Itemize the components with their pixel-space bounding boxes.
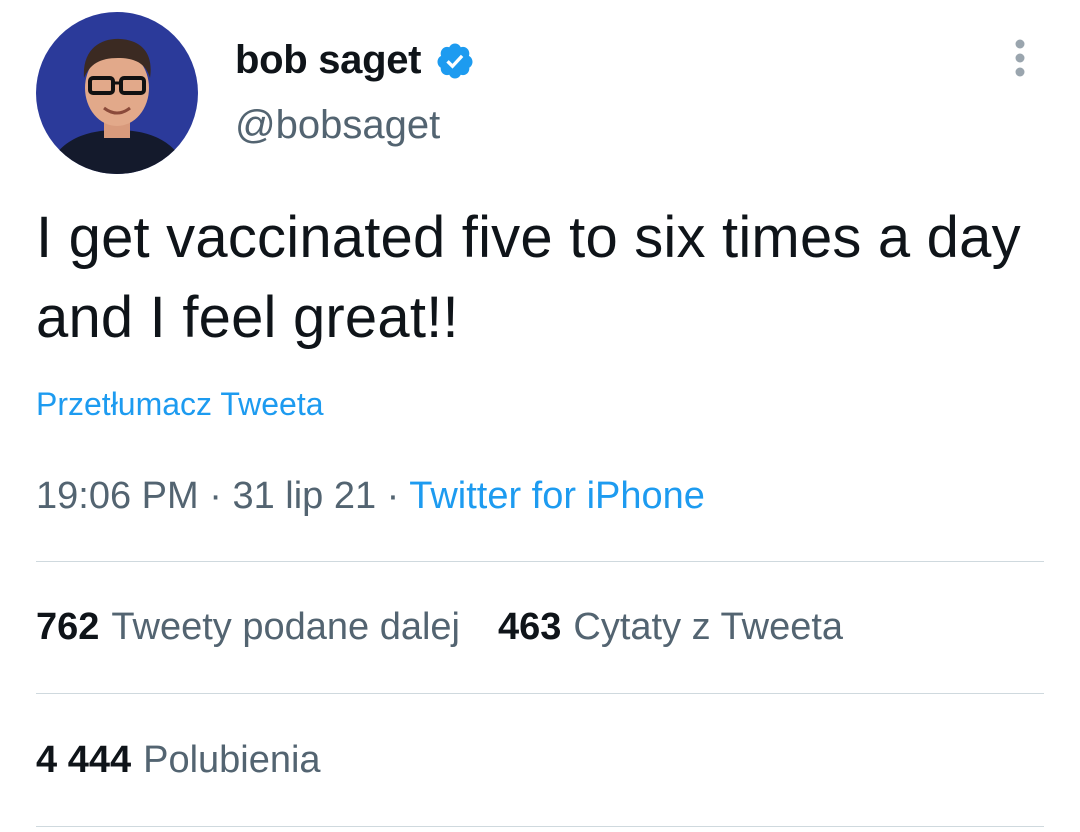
quotes-stat[interactable]: 463 Cytaty z Tweeta xyxy=(498,606,843,649)
meta-separator-2: · xyxy=(386,475,400,517)
tweet-text: I get vaccinated five to six times a day… xyxy=(36,205,1021,350)
likes-label: Polubienia xyxy=(143,739,321,781)
profile-photo-icon xyxy=(36,12,198,174)
divider xyxy=(36,826,1044,827)
likes-stat[interactable]: 4 444 Polubienia xyxy=(36,739,321,782)
likes-count: 4 444 xyxy=(36,739,132,781)
tweet-metadata: 19:06 PM · 31 lip 21 · Twitter for iPhon… xyxy=(36,475,705,518)
display-name-text: bob saget xyxy=(235,38,422,82)
quotes-count: 463 xyxy=(498,606,562,648)
author-handle[interactable]: @bobsaget xyxy=(235,103,440,148)
verified-badge-icon xyxy=(435,41,475,81)
likes-row: 4 444 Polubienia xyxy=(36,739,359,782)
divider xyxy=(36,561,1044,562)
retweets-count: 762 xyxy=(36,606,100,648)
tweet-time[interactable]: 19:06 PM xyxy=(36,475,199,517)
engagement-row: 762 Tweety podane dalej 463 Cytaty z Tweet… xyxy=(36,606,881,649)
translate-tweet-link[interactable]: Przetłumacz Tweeta xyxy=(36,386,324,423)
avatar[interactable] xyxy=(36,12,198,174)
retweets-stat[interactable]: 762 Tweety podane dalej xyxy=(36,606,460,649)
retweets-label: Tweety podane dalej xyxy=(111,606,460,648)
tweet-date[interactable]: 31 lip 21 xyxy=(232,475,376,517)
tweet-source-link[interactable]: Twitter for iPhone xyxy=(409,475,705,517)
author-display-name[interactable]: bob saget xyxy=(235,38,475,83)
quotes-label: Cytaty z Tweeta xyxy=(573,606,844,648)
more-vertical-icon[interactable] xyxy=(1004,36,1036,80)
divider xyxy=(36,693,1044,694)
meta-separator: · xyxy=(209,475,222,517)
